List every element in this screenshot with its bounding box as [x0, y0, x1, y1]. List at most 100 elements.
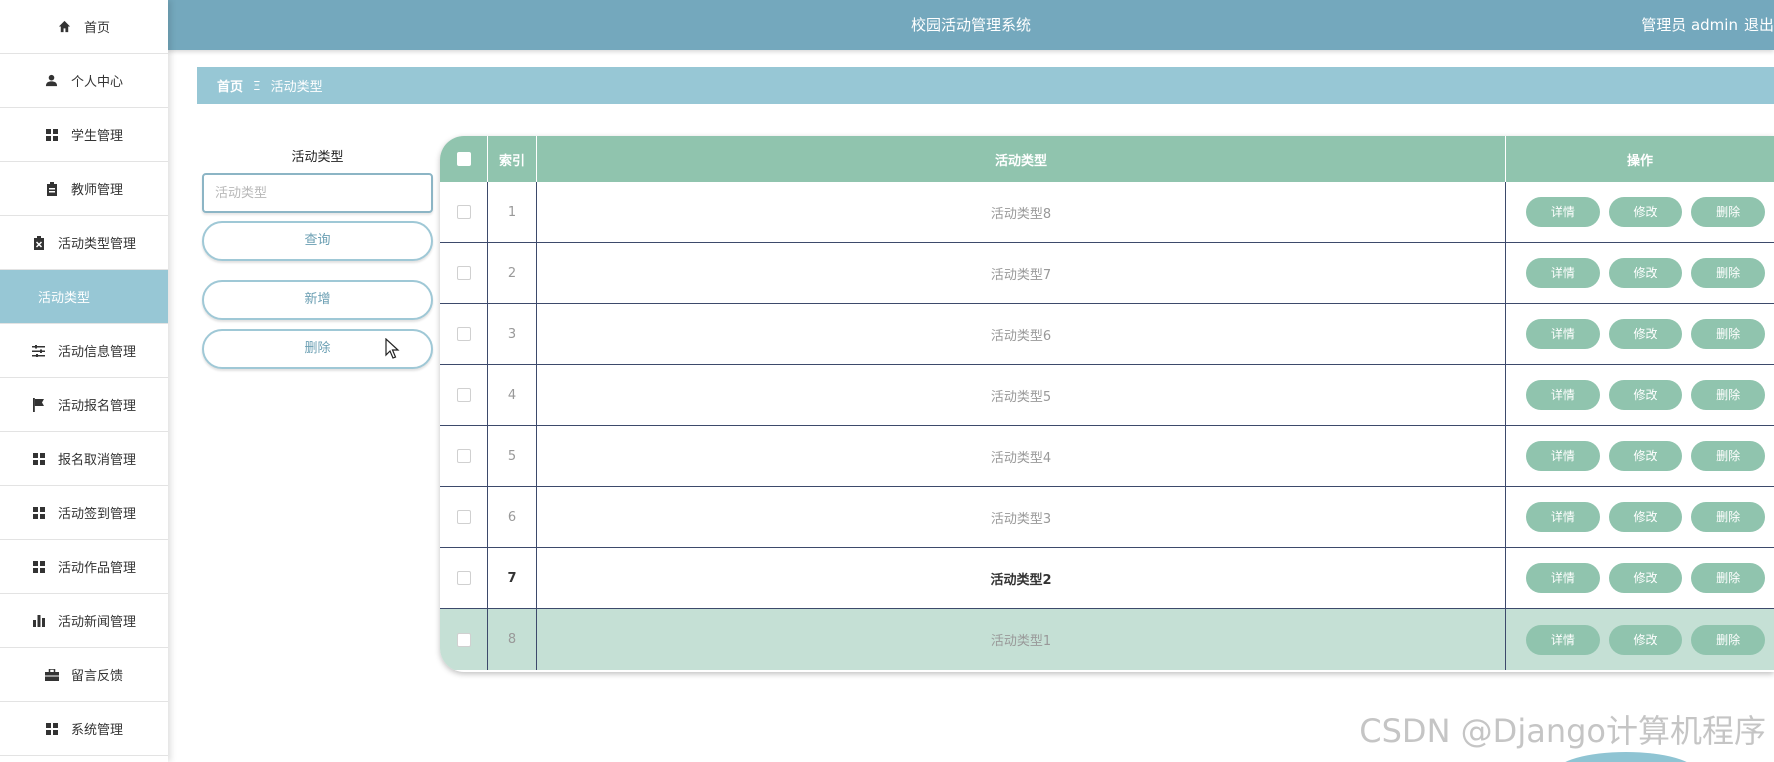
edit-button[interactable]: 修改: [1608, 441, 1683, 471]
data-table: 索引 活动类型 操作 1 活动类型8 详情 修改 删除 2 活动类型7 详情 修…: [440, 136, 1774, 672]
breadcrumb-current: 活动类型: [270, 80, 323, 95]
edit-button[interactable]: 修改: [1608, 319, 1683, 349]
sidebar-item-activity-signup[interactable]: 活动报名管理: [0, 378, 168, 432]
sidebar-item-signup-cancel[interactable]: 报名取消管理: [0, 432, 168, 486]
sidebar-item-activity-type-mgmt[interactable]: 活动类型管理: [0, 216, 168, 270]
edit-button[interactable]: 修改: [1608, 380, 1683, 410]
sidebar-item-activity-checkin[interactable]: 活动签到管理: [0, 486, 168, 540]
table-row[interactable]: 4 活动类型5 详情 修改 删除: [440, 365, 1774, 426]
sidebar-item-students[interactable]: 学生管理: [0, 108, 168, 162]
sidebar-item-teachers[interactable]: 教师管理: [0, 162, 168, 216]
sidebar-item-activity-works[interactable]: 活动作品管理: [0, 540, 168, 594]
clipboard-x-icon: [32, 235, 46, 250]
grid-icon: [45, 722, 59, 736]
sidebar-item-label: 首页: [83, 21, 110, 36]
column-header-actions: 操作: [1626, 153, 1653, 169]
row-checkbox[interactable]: [456, 632, 471, 647]
delete-button[interactable]: 删除: [1691, 441, 1766, 471]
sidebar-item-home[interactable]: 首页: [0, 0, 168, 54]
sidebar-item-personal-center[interactable]: 个人中心: [0, 54, 168, 108]
search-input[interactable]: [202, 173, 433, 213]
sidebar-item-label: 活动类型: [38, 291, 91, 306]
table-row[interactable]: 6 活动类型3 详情 修改 删除: [440, 487, 1774, 548]
detail-button[interactable]: 详情: [1526, 319, 1600, 349]
row-checkbox-cell: [440, 487, 488, 547]
add-button[interactable]: 新增: [202, 280, 433, 320]
mouse-cursor-icon: [385, 337, 401, 364]
detail-button[interactable]: 详情: [1526, 563, 1600, 593]
edit-button[interactable]: 修改: [1608, 624, 1683, 655]
detail-button[interactable]: 详情: [1526, 258, 1600, 288]
detail-button[interactable]: 详情: [1526, 441, 1600, 471]
delete-button[interactable]: 删除: [1691, 624, 1766, 655]
user-area: 管理员 admin 退出: [1635, 14, 1774, 35]
clipboard-icon: [45, 181, 59, 196]
delete-button[interactable]: 删除: [1691, 319, 1766, 349]
detail-button[interactable]: 详情: [1526, 502, 1600, 532]
sidebar-item-label: 活动类型管理: [57, 237, 136, 252]
detail-button[interactable]: 详情: [1526, 380, 1600, 410]
table-row[interactable]: 1 活动类型8 详情 修改 删除: [440, 182, 1774, 243]
edit-button[interactable]: 修改: [1608, 502, 1683, 532]
query-button[interactable]: 查询: [202, 221, 433, 261]
row-actions: 详情 修改 删除: [1506, 182, 1774, 242]
bar-chart-icon: [32, 614, 46, 628]
row-type: 活动类型4: [537, 426, 1506, 486]
row-checkbox[interactable]: [456, 327, 471, 341]
logout-link[interactable]: 退出: [1744, 16, 1774, 34]
sidebar-item-label: 学生管理: [70, 129, 123, 144]
detail-button[interactable]: 详情: [1526, 624, 1600, 655]
delete-button[interactable]: 删除: [1691, 197, 1766, 227]
edit-button[interactable]: 修改: [1608, 258, 1683, 288]
delete-button[interactable]: 删除: [1691, 258, 1766, 288]
app-root: 首页 个人中心 学生管理 教师管理 活动类型管理 活动类型 活动信息管理 活动报…: [0, 0, 1774, 762]
detail-button[interactable]: 详情: [1526, 197, 1600, 227]
sidebar-item-activity-info[interactable]: 活动信息管理: [0, 324, 168, 378]
row-type: 活动类型8: [537, 182, 1506, 242]
sidebar-item-activity-news[interactable]: 活动新闻管理: [0, 594, 168, 648]
sidebar-item-label: 活动信息管理: [57, 345, 136, 360]
table-row[interactable]: 5 活动类型4 详情 修改 删除: [440, 426, 1774, 487]
row-checkbox[interactable]: [456, 510, 471, 524]
row-checkbox[interactable]: [456, 449, 471, 463]
row-index: 4: [488, 365, 537, 425]
table-row[interactable]: 2 活动类型7 详情 修改 删除: [440, 243, 1774, 304]
row-index: 8: [488, 609, 537, 670]
delete-button[interactable]: 删除: [1691, 380, 1766, 410]
sidebar-item-system[interactable]: 系统管理: [0, 702, 168, 756]
sidebar-item-feedback[interactable]: 留言反馈: [0, 648, 168, 702]
row-type: 活动类型5: [537, 365, 1506, 425]
row-actions: 详情 修改 删除: [1506, 243, 1774, 303]
delete-button[interactable]: 删除: [1691, 502, 1766, 532]
table-row[interactable]: 3 活动类型6 详情 修改 删除: [440, 304, 1774, 365]
row-actions: 详情 修改 删除: [1506, 426, 1774, 486]
edit-button[interactable]: 修改: [1608, 197, 1683, 227]
briefcase-icon: [44, 668, 59, 682]
sidebar-subitem-activity-type[interactable]: 活动类型: [0, 270, 168, 324]
row-actions: 详情 修改 删除: [1506, 609, 1774, 670]
row-checkbox-cell: [440, 304, 488, 364]
row-type: 活动类型6: [537, 304, 1506, 364]
breadcrumb-home[interactable]: 首页: [217, 76, 243, 95]
user-label: 管理员 admin: [1641, 16, 1738, 34]
sidebar-item-label: 活动签到管理: [57, 507, 136, 522]
row-type: 活动类型2: [537, 548, 1506, 608]
edit-button[interactable]: 修改: [1608, 563, 1683, 593]
row-checkbox[interactable]: [456, 205, 471, 219]
grid-icon: [32, 560, 46, 574]
sidebar-item-label: 个人中心: [70, 75, 123, 90]
row-checkbox[interactable]: [456, 388, 471, 402]
row-checkbox[interactable]: [456, 571, 471, 585]
watermark: CSDN @Django计算机程序: [1359, 712, 1766, 750]
flag-icon: [32, 397, 46, 412]
column-header-index[interactable]: 索引: [488, 136, 537, 182]
select-all-checkbox[interactable]: [456, 152, 471, 166]
table-row[interactable]: 8 活动类型1 详情 修改 删除: [440, 609, 1774, 670]
delete-button[interactable]: 删除: [1691, 563, 1766, 593]
row-checkbox[interactable]: [456, 266, 471, 280]
sliders-icon: [32, 344, 46, 358]
top-header: 校园活动管理系统 管理员 admin 退出: [168, 0, 1774, 50]
sidebar: 首页 个人中心 学生管理 教师管理 活动类型管理 活动类型 活动信息管理 活动报…: [0, 0, 168, 762]
column-header-type[interactable]: 活动类型: [537, 136, 1506, 182]
table-row[interactable]: 7 活动类型2 详情 修改 删除: [440, 548, 1774, 609]
